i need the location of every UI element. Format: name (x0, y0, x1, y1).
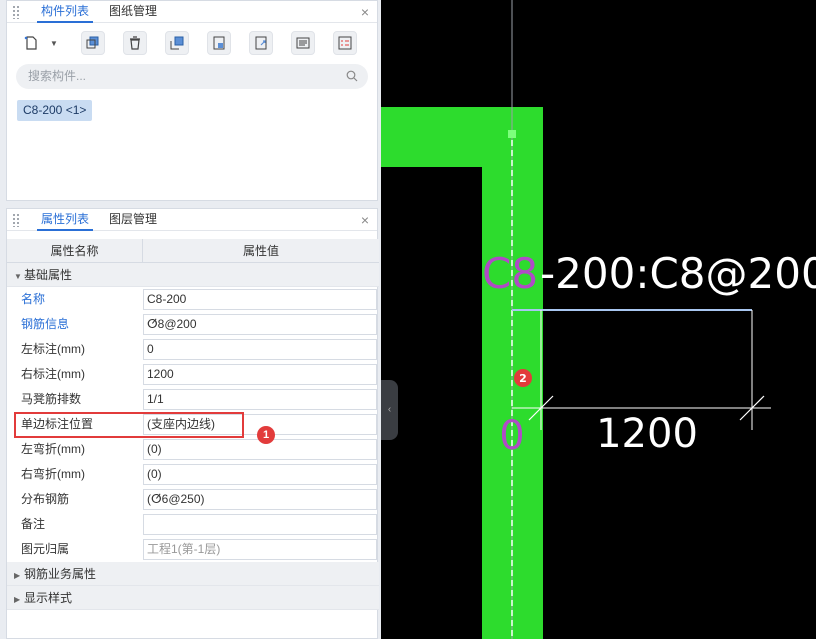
new-component-button[interactable] (19, 31, 43, 55)
property-row: 左弯折(mm) (0) (7, 437, 379, 462)
expand-icon[interactable]: ▶ (14, 588, 24, 612)
tab-property-list[interactable]: 属性列表 (37, 209, 94, 231)
property-value-field: 工程1(第-1层) (143, 539, 377, 560)
delete-component-button[interactable] (123, 31, 147, 55)
group-label: 显示样式 (24, 591, 73, 605)
step-badge-1: 1 (257, 426, 275, 444)
property-row: 右标注(mm) 1200 (7, 362, 379, 387)
property-value-field[interactable]: 1/1 (143, 389, 377, 410)
new-file-icon (24, 36, 37, 50)
grip-point[interactable] (508, 130, 516, 138)
property-row: 名称 C8-200 (7, 287, 379, 312)
collapse-panel-handle[interactable]: ‹ (381, 380, 398, 440)
dimension-value: 1200 (596, 411, 698, 457)
drawing-svg: C8 -200:C8@200 1200 0 2 (381, 0, 816, 639)
step-badge-2: 2 (519, 372, 527, 385)
left-dimension-value: 0 (499, 413, 524, 459)
layer-copy-button[interactable] (165, 31, 189, 55)
layer-copy-icon (170, 36, 184, 50)
property-row: 图元归属 工程1(第-1层) (7, 537, 379, 562)
property-name: 钢筋信息 (21, 317, 70, 331)
close-icon[interactable]: × (361, 3, 369, 21)
tab-component-list[interactable]: 构件列表 (37, 1, 94, 23)
search-input[interactable]: 搜索构件... (28, 64, 86, 89)
property-row: 右弯折(mm) (0) (7, 462, 379, 487)
property-value-field[interactable] (143, 514, 377, 535)
expand-icon[interactable]: ▶ (14, 564, 24, 588)
export-button[interactable] (249, 31, 273, 55)
property-name: 图元归属 (21, 542, 70, 556)
property-value-field[interactable]: ⵚ8@200 (143, 314, 377, 335)
group-rebar-business-properties[interactable]: ▶ 钢筋业务属性 (7, 562, 379, 586)
export-icon (255, 36, 267, 50)
header-property-value: 属性值 (242, 244, 279, 258)
property-list-icon (338, 36, 352, 50)
property-row: 左标注(mm) 0 (7, 337, 379, 362)
copy-icon (86, 36, 99, 49)
property-value-field[interactable]: 1200 (143, 364, 377, 385)
highlight-box (14, 412, 244, 438)
property-name: 马凳筋排数 (21, 392, 82, 406)
dropdown-arrow-icon[interactable]: ▼ (50, 39, 58, 48)
property-name: 右标注(mm) (21, 367, 85, 381)
property-row: 分布钢筋 (ⵚ6@250) (7, 487, 379, 512)
tab-layer-management[interactable]: 图层管理 (105, 209, 161, 231)
property-name: 左标注(mm) (21, 342, 85, 356)
group-display-style[interactable]: ▶ 显示样式 (7, 586, 379, 610)
properties-button[interactable] (333, 31, 357, 55)
drawing-canvas[interactable]: C8 -200:C8@200 1200 0 2 (381, 0, 816, 639)
property-row: 马凳筋排数 1/1 (7, 387, 379, 412)
property-name: 左弯折(mm) (21, 442, 85, 456)
import-icon (213, 36, 225, 50)
property-row: 备注 (7, 512, 379, 537)
property-table-header: 属性名称 属性值 (7, 239, 379, 263)
close-icon[interactable]: × (361, 211, 369, 229)
left-sidebar: 构件列表 图纸管理 × ▼ 搜索构件... C8-200 <1> 属性列表 图层… (0, 0, 381, 639)
property-name: 分布钢筋 (21, 492, 70, 506)
property-tabbar: 属性列表 图层管理 × (7, 209, 377, 231)
collapse-icon[interactable]: ▼ (14, 265, 24, 289)
group-basic-properties[interactable]: ▼ 基础属性 (7, 263, 379, 287)
rebar-label-prefix: C8 (482, 249, 538, 298)
property-name: 备注 (21, 517, 46, 531)
property-value-field[interactable]: 0 (143, 339, 377, 360)
list-icon (296, 37, 310, 49)
property-row: 钢筋信息 ⵚ8@200 (7, 312, 379, 337)
trash-icon (130, 36, 140, 50)
property-value-field[interactable]: (ⵚ6@250) (143, 489, 377, 510)
rebar-label-text: -200:C8@200 (540, 249, 816, 298)
component-toolbar: ▼ (17, 31, 377, 57)
property-value-field[interactable]: (0) (143, 464, 377, 485)
filter-button[interactable] (291, 31, 315, 55)
drag-grip-icon[interactable] (12, 5, 20, 19)
search-icon[interactable] (346, 70, 358, 82)
property-value-field[interactable]: C8-200 (143, 289, 377, 310)
group-label: 基础属性 (24, 268, 73, 282)
component-list-item[interactable]: C8-200 <1> (17, 100, 93, 121)
component-list-panel: 构件列表 图纸管理 × ▼ 搜索构件... C8-200 <1> (6, 0, 378, 201)
property-name: 名称 (21, 292, 46, 306)
header-property-name: 属性名称 (7, 239, 143, 262)
component-tabbar: 构件列表 图纸管理 × (7, 1, 377, 23)
copy-component-button[interactable] (81, 31, 105, 55)
property-name: 右弯折(mm) (21, 467, 85, 481)
group-label: 钢筋业务属性 (24, 567, 97, 581)
drag-grip-icon[interactable] (12, 213, 20, 227)
component-search[interactable]: 搜索构件... (16, 64, 368, 89)
import-button[interactable] (207, 31, 231, 55)
tab-drawing-management[interactable]: 图纸管理 (105, 1, 161, 23)
